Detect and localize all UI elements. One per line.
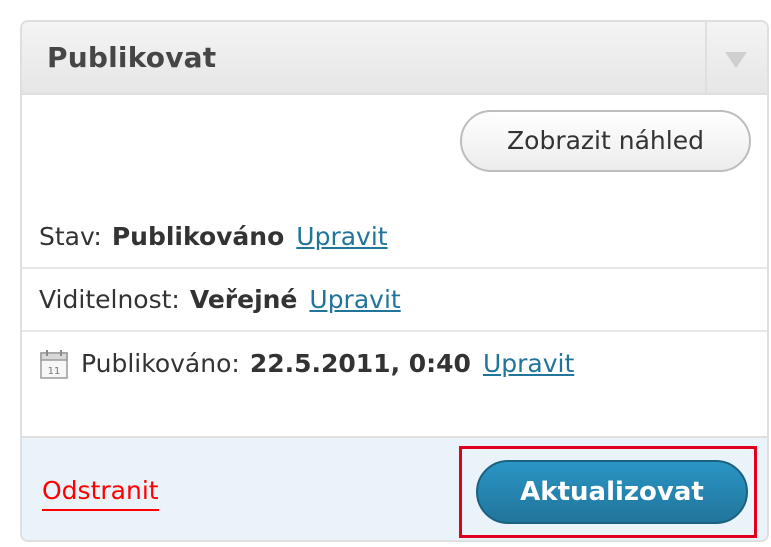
visibility-value: Veřejné <box>189 285 298 314</box>
delete-link[interactable]: Odstranit <box>42 476 159 511</box>
panel-header: Publikovat <box>22 22 767 95</box>
panel-toggle[interactable] <box>705 22 767 95</box>
triangle-down-icon <box>725 52 747 68</box>
status-edit-link[interactable]: Upravit <box>296 222 387 251</box>
published-label: Publikováno: <box>81 349 240 378</box>
visibility-edit-link[interactable]: Upravit <box>309 285 400 314</box>
preview-button[interactable]: Zobrazit náhled <box>460 110 751 172</box>
panel-title: Publikovat <box>47 41 217 74</box>
published-row: 11 Publikováno: 22.5.2011, 0:40 Upravit <box>22 332 767 395</box>
publish-panel: Publikovat Zobrazit náhled Stav: Publiko… <box>20 20 769 542</box>
calendar-icon: 11 <box>40 349 68 379</box>
update-button[interactable]: Aktualizovat <box>476 460 748 524</box>
status-row: Stav: Publikováno Upravit <box>22 206 767 269</box>
calendar-day: 11 <box>48 366 61 377</box>
published-edit-link[interactable]: Upravit <box>483 349 574 378</box>
visibility-row: Viditelnost: Veřejné Upravit <box>22 269 767 332</box>
status-value: Publikováno <box>111 222 285 251</box>
status-label: Stav: <box>39 222 102 251</box>
published-value: 22.5.2011, 0:40 <box>249 349 471 378</box>
visibility-label: Viditelnost: <box>39 285 180 314</box>
panel-footer: Odstranit Aktualizovat <box>22 436 767 540</box>
